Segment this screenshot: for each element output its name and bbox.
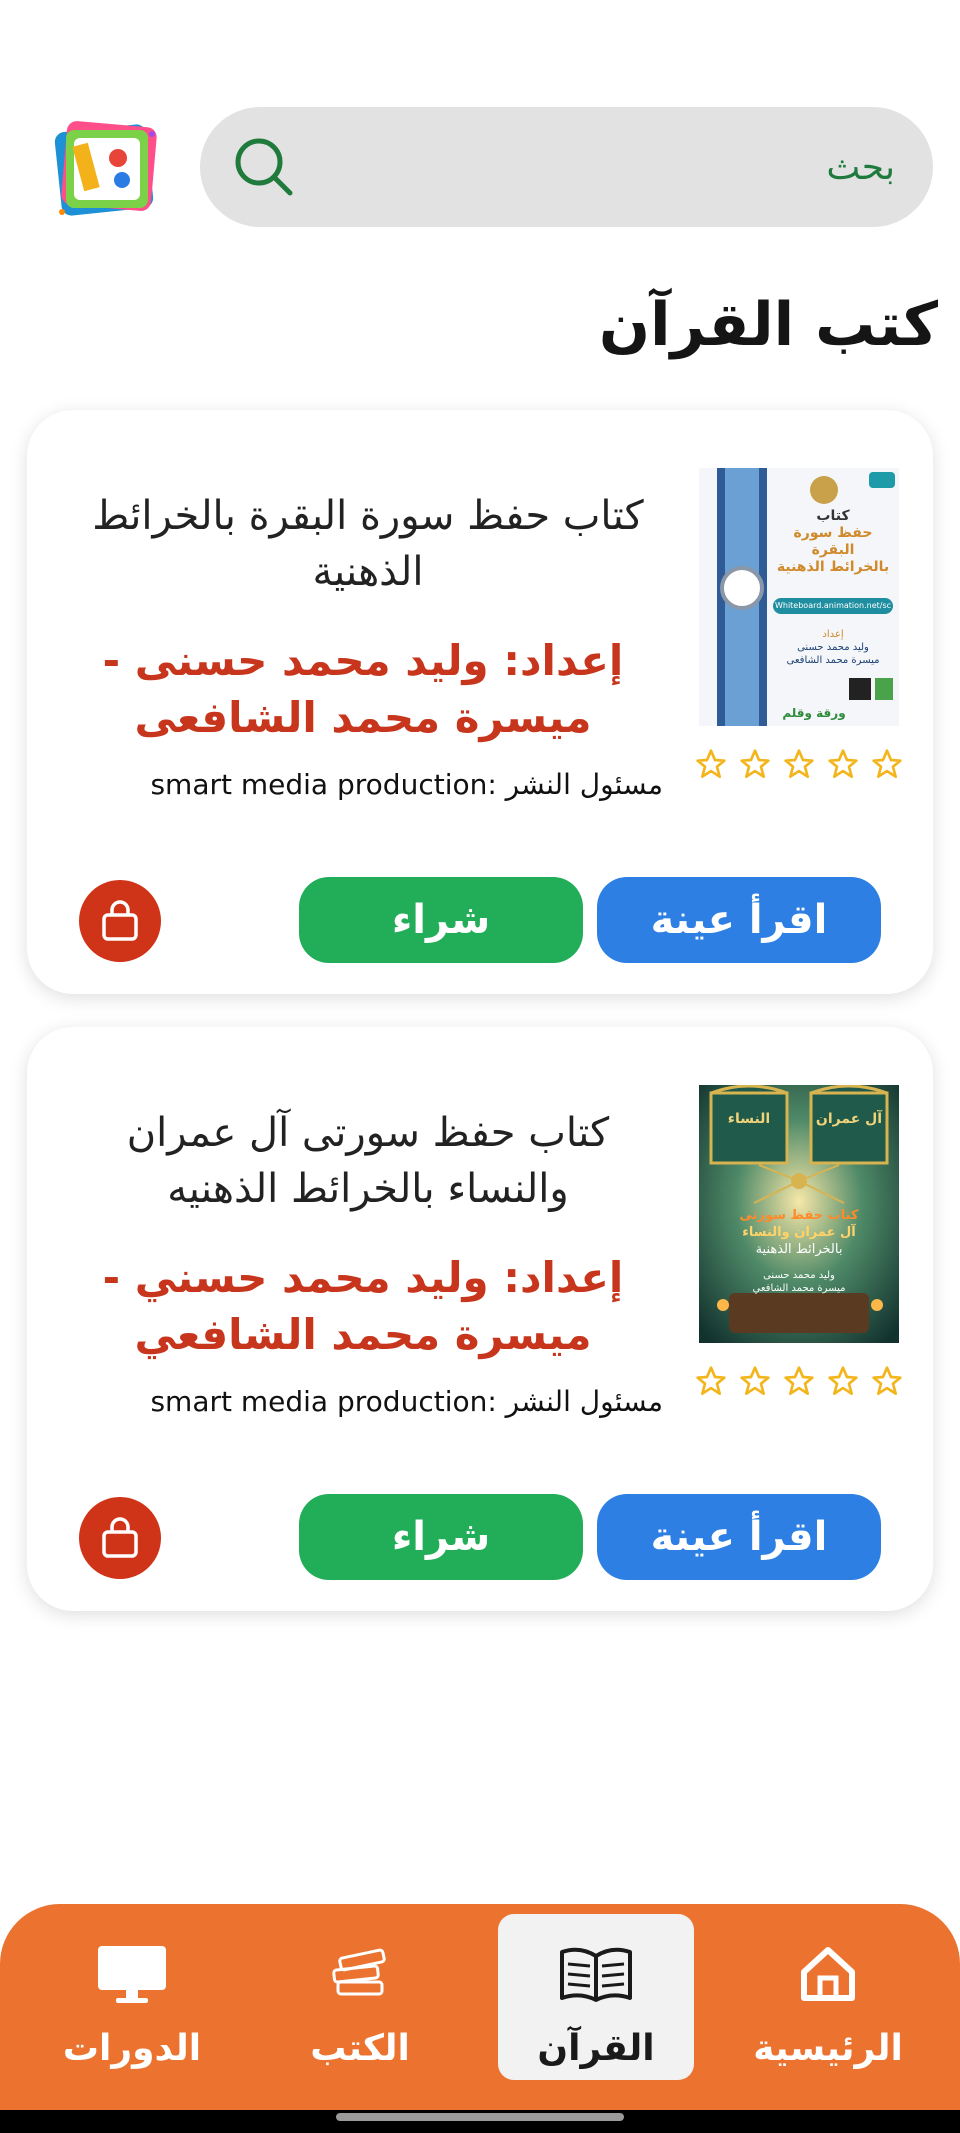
star-icon[interactable] — [739, 1365, 771, 1397]
buy-button[interactable]: شراء — [299, 877, 583, 963]
cover-names: وليد محمد حسنى — [763, 1270, 835, 1281]
cover-brand: ورقة وقلم — [782, 706, 846, 720]
search-icon[interactable] — [232, 135, 296, 199]
nav-item-quran[interactable]: القرآن — [498, 1914, 694, 2080]
star-icon[interactable] — [871, 748, 903, 780]
nav-item-courses[interactable]: الدورات — [34, 1914, 230, 2080]
cover-names-2: ميسرة محمد الشافعى — [786, 655, 880, 666]
read-sample-button[interactable]: اقرأ عينة — [597, 877, 881, 963]
cover-subtitle-2: آل عمران والنساء — [742, 1225, 856, 1240]
nav-item-home[interactable]: الرئيسية — [730, 1914, 926, 2080]
nav-item-label: الكتب — [310, 2028, 410, 2069]
add-to-cart-button[interactable] — [79, 1497, 161, 1579]
cover-right-arch: آل عمران — [815, 1111, 883, 1127]
cover-subtitle-3: بالخرائط الذهنية — [755, 1242, 843, 1257]
book-publisher: مسئول النشر :smart media production — [150, 768, 663, 801]
monitor-icon — [96, 1934, 168, 2014]
book-cover[interactable]: النساء آل عمران كتاب حفظ سورتى آل عمران … — [699, 1085, 899, 1343]
cover-url: Whiteboard.animation.net/sc — [774, 601, 892, 610]
quran-book-icon — [556, 1934, 636, 2014]
cover-left-arch: النساء — [727, 1111, 771, 1127]
book-cover[interactable]: كتاب حفظ سورة البقرة بالخرائط الذهنية Wh… — [699, 468, 899, 726]
rating-stars[interactable] — [695, 1365, 903, 1397]
star-icon[interactable] — [783, 748, 815, 780]
add-to-cart-button[interactable] — [79, 880, 161, 962]
rating-stars[interactable] — [695, 748, 903, 780]
book-card[interactable]: النساء آل عمران كتاب حفظ سورتى آل عمران … — [27, 1027, 933, 1611]
book-card[interactable]: كتاب حفظ سورة البقرة بالخرائط الذهنية Wh… — [27, 410, 933, 994]
cover-names-2: ميسرة محمد الشافعي — [752, 1283, 846, 1294]
book-author: إعداد: وليد محمد حسني - ميسرة محمد الشاف… — [102, 1253, 624, 1359]
book-author: إعداد: وليد محمد حسنى - ميسرة محمد الشاف… — [102, 636, 624, 742]
search-input[interactable]: بحث — [826, 147, 895, 188]
book-title: كتاب حفظ سورتى آل عمران والنساء بالخرائط… — [126, 1110, 610, 1212]
buy-button[interactable]: شراء — [299, 1494, 583, 1580]
book-title: كتاب حفظ سورة البقرة بالخرائط الذهنية — [92, 493, 644, 595]
star-icon[interactable] — [783, 1365, 815, 1397]
shopping-bag-icon — [102, 900, 138, 941]
page-title: كتب القرآن — [598, 290, 938, 360]
star-icon[interactable] — [695, 748, 727, 780]
star-icon[interactable] — [695, 1365, 727, 1397]
home-indicator[interactable] — [336, 2113, 624, 2121]
app-logo — [52, 116, 162, 222]
nav-item-books[interactable]: الكتب — [262, 1914, 458, 2080]
search-bar[interactable]: بحث — [200, 107, 933, 227]
home-icon — [796, 1934, 860, 2014]
star-icon[interactable] — [827, 748, 859, 780]
cover-subtitle: حفظ سورة البقرة — [793, 525, 873, 558]
cover-subtitle: كتاب حفظ سورتى — [739, 1208, 859, 1223]
cover-subtitle-2: بالخرائط الذهنية — [776, 559, 890, 575]
book-publisher: مسئول النشر :smart media production — [150, 1385, 663, 1418]
nav-item-label: الرئيسية — [753, 2028, 903, 2069]
books-stack-icon — [328, 1934, 392, 2014]
read-sample-button[interactable]: اقرأ عينة — [597, 1494, 881, 1580]
cover-names: وليد محمد حسنى — [797, 642, 869, 653]
nav-item-label: القرآن — [537, 2028, 655, 2069]
bottom-navigation: الرئيسية القرآن الكتب الدورات — [0, 1904, 960, 2110]
star-icon[interactable] — [827, 1365, 859, 1397]
nav-item-label: الدورات — [62, 2028, 202, 2069]
cover-heading: كتاب — [816, 508, 850, 524]
star-icon[interactable] — [739, 748, 771, 780]
star-icon[interactable] — [871, 1365, 903, 1397]
shopping-bag-icon — [102, 1517, 138, 1558]
cover-prepared: إعداد — [822, 629, 844, 640]
